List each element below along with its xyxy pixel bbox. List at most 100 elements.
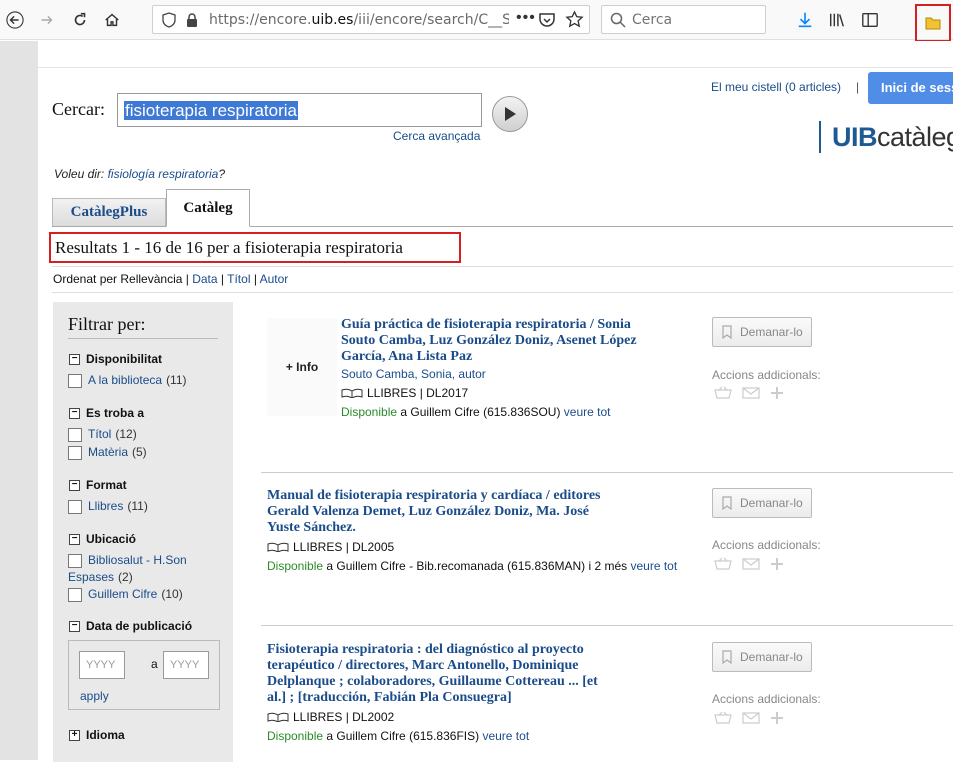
reload-button[interactable]	[66, 6, 94, 34]
checkbox[interactable]	[68, 588, 82, 602]
checkbox[interactable]	[68, 500, 82, 514]
bookmark-icon	[722, 650, 732, 664]
result-format: LLIBRES | DL2017	[341, 386, 468, 400]
back-button[interactable]	[1, 6, 29, 34]
filter-group-ubicacio[interactable]: − Ubicació	[69, 532, 136, 546]
date-range-box: YYYY a YYYY apply	[68, 640, 220, 710]
request-button[interactable]: Demanar-lo	[712, 488, 812, 518]
browser-search-input[interactable]	[632, 11, 760, 29]
forward-button[interactable]	[33, 6, 61, 34]
mail-icon[interactable]	[742, 557, 760, 571]
login-button[interactable]: Inici de sessió	[868, 72, 953, 104]
filter-option[interactable]: Títol (12)	[68, 427, 137, 442]
collapse-icon[interactable]: −	[69, 533, 80, 545]
cart-icon[interactable]	[714, 386, 732, 400]
result-divider	[261, 625, 953, 626]
url-bar[interactable]: https://encore.uib.es/iii/encore/search/…	[152, 5, 590, 34]
collapse-icon[interactable]: −	[69, 353, 80, 365]
logo-cataleg: catàleg	[877, 121, 953, 152]
veure-tot-link[interactable]: veure tot	[482, 729, 529, 743]
checkbox[interactable]	[68, 554, 82, 568]
tab-catalegplus[interactable]: CatàlegPlus	[52, 198, 166, 226]
date-to-input[interactable]: YYYY	[163, 651, 209, 679]
page-actions-menu[interactable]: •••	[516, 9, 536, 27]
mail-icon[interactable]	[742, 386, 760, 400]
filter-option[interactable]: Guillem Cifre (10)	[68, 587, 183, 602]
collapse-icon[interactable]: −	[69, 479, 80, 491]
result-availability: Disponible a Guillem Cifre - Bib.recoman…	[267, 559, 678, 573]
expand-icon[interactable]: +	[69, 729, 80, 741]
apply-date-link[interactable]: apply	[80, 689, 109, 703]
filter-option[interactable]: Llibres (11)	[68, 499, 148, 514]
result-title[interactable]: Fisioterapia respiratoria : del diagnóst…	[267, 642, 598, 706]
result-format: LLIBRES | DL2005	[267, 540, 394, 554]
search-query[interactable]: fisioterapia respiratoria	[124, 101, 298, 120]
search-input[interactable]: fisioterapia respiratoria	[117, 93, 482, 127]
home-button[interactable]	[98, 6, 126, 34]
browser-search-bar[interactable]	[601, 5, 766, 34]
search-go-button[interactable]	[492, 96, 528, 132]
request-button[interactable]: Demanar-lo	[712, 317, 812, 347]
filter-option[interactable]: A la biblioteca (11)	[68, 373, 187, 388]
sort-title[interactable]: Títol	[227, 272, 250, 286]
add-icon[interactable]	[770, 386, 784, 400]
collapse-icon[interactable]: −	[69, 407, 80, 419]
veure-tot-link[interactable]: veure tot	[631, 559, 678, 573]
tab-cataleg[interactable]: Catàleg	[166, 189, 250, 227]
filter-group-disponibilitat[interactable]: − Disponibilitat	[69, 352, 162, 366]
search-label: Cercar:	[52, 99, 105, 119]
cart-icon[interactable]	[714, 711, 732, 725]
folder-button[interactable]	[915, 4, 951, 42]
cart-link[interactable]: El meu cistell (0 articles)	[711, 80, 841, 94]
date-from-input[interactable]: YYYY	[79, 651, 125, 679]
cart-icon[interactable]	[714, 557, 732, 571]
collapse-icon[interactable]: −	[69, 620, 80, 632]
result-title[interactable]: Manual de fisioterapia respiratoria y ca…	[267, 488, 601, 536]
result-availability: Disponible a Guillem Cifre (615.836FIS) …	[267, 729, 530, 743]
request-button[interactable]: Demanar-lo	[712, 642, 812, 672]
sort-author[interactable]: Autor	[260, 272, 289, 286]
result-availability: Disponible a Guillem Cifre (615.836SOU) …	[341, 405, 611, 419]
checkbox[interactable]	[68, 446, 82, 460]
book-icon	[341, 388, 363, 398]
downloads-button[interactable]	[791, 6, 819, 34]
filter-group-idioma[interactable]: + Idioma	[69, 728, 125, 742]
checkbox[interactable]	[68, 428, 82, 442]
filter-option[interactable]: Matèria (5)	[68, 445, 147, 460]
library-button[interactable]	[823, 6, 851, 34]
filter-group-es-troba[interactable]: − Es troba a	[69, 406, 144, 420]
url-text[interactable]: https://encore.uib.es/iii/encore/search/…	[209, 12, 509, 28]
more-info-thumbnail[interactable]: + Info	[267, 318, 337, 416]
sidebar-icon	[862, 13, 878, 27]
filter-option-continued[interactable]: Espases (2)	[68, 570, 133, 584]
pocket-icon[interactable]	[538, 11, 556, 29]
result-author[interactable]: Souto Camba, Sonia, autor	[341, 367, 486, 381]
uib-cataleg-logo[interactable]: UIB catàleg	[819, 119, 953, 155]
additional-actions	[714, 386, 784, 400]
bookmark-star-icon[interactable]	[565, 10, 584, 29]
left-gutter	[0, 41, 38, 760]
divider	[52, 292, 953, 293]
mail-icon[interactable]	[742, 711, 760, 725]
sidebar-button[interactable]	[856, 6, 884, 34]
result-title[interactable]: Guía práctica de fisioterapia respirator…	[341, 317, 637, 365]
sort-date[interactable]: Data	[192, 272, 217, 286]
filter-group-format[interactable]: − Format	[69, 478, 127, 492]
book-icon	[267, 712, 289, 722]
logo-uib: UIB	[832, 121, 878, 152]
suggestion-link[interactable]: fisiología respiratoria	[108, 167, 219, 181]
additional-actions-label: Accions addicionals:	[712, 538, 821, 552]
shield-icon[interactable]	[161, 12, 177, 28]
back-arrow-icon	[6, 11, 24, 29]
add-icon[interactable]	[770, 711, 784, 725]
filter-group-data-publicacio[interactable]: − Data de publicació	[69, 619, 192, 633]
veure-tot-link[interactable]: veure tot	[564, 405, 611, 419]
home-icon	[105, 13, 119, 27]
add-icon[interactable]	[770, 557, 784, 571]
lock-icon[interactable]	[185, 12, 199, 28]
bookmark-icon	[722, 496, 732, 510]
checkbox[interactable]	[68, 374, 82, 388]
filter-option[interactable]: Bibliosalut - H.Son	[68, 553, 187, 568]
additional-actions	[714, 711, 784, 725]
advanced-search-link[interactable]: Cerca avançada	[393, 129, 480, 143]
